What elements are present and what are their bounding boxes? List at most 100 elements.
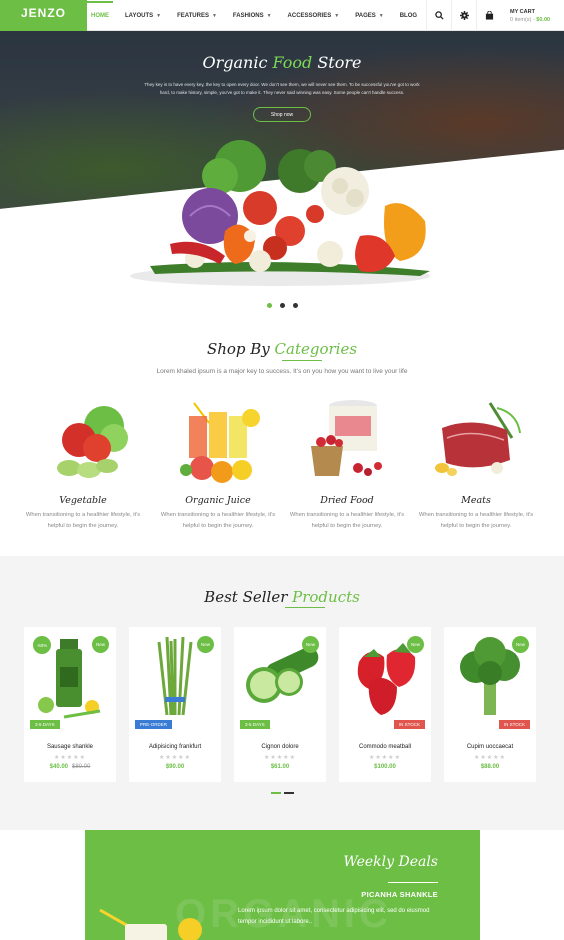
new-badge: New [197,636,214,653]
nav-label: FASHIONS [232,12,264,19]
deal-description: Lorem ipsum dolor sit amet, consectetur … [238,908,430,925]
header-icons [426,0,501,31]
category-name: Vegetable [59,495,107,506]
stock-tag: IN STOCK [498,720,530,729]
hero-text: They key is to have every key, the key t… [144,82,420,95]
cart-items: 0 item(s) [510,17,532,23]
category-organic-juice[interactable]: Organic Juice When transitioning to a he… [154,398,282,532]
nav-label: HOME [91,12,109,19]
meat-image [435,402,521,476]
slider-dots [0,303,564,308]
juice-image [180,402,260,483]
chevron-down-icon: ▼ [334,12,340,19]
logo[interactable]: JENZO STAIR BEST B GOR [0,0,87,99]
nav-item-pages[interactable]: PAGES ▼ [355,13,384,19]
product-price: $88.00 [480,764,500,770]
title-part: Shop By [206,340,275,358]
product-price: $40.00 $80.00 [24,764,116,770]
product-card[interactable]: New IN STOCK Cupim uoccaecat ★★★★★ $88.0… [444,627,536,782]
search-icon[interactable] [426,0,451,31]
sale-badge: -50% [33,636,51,654]
cart-separator: - [532,17,535,23]
slider-dot[interactable] [292,303,298,308]
shop-now-button[interactable]: Shop now [253,107,311,122]
category-desc: When transitioning to a healthier lifest… [418,512,534,529]
new-badge: New [92,636,109,653]
product-card[interactable]: New IN STOCK Commodo meatball ★★★★★ $100… [339,627,431,782]
stock-tag: IN STOCK [393,720,425,729]
category-desc: When transitioning to a healthier lifest… [160,512,276,529]
juice-glass-image [99,908,202,940]
category-vegetable[interactable]: Vegetable When transitioning to a health… [19,398,147,532]
nav-label: ACCESSORIES [287,12,332,19]
cart-summary: 0 item(s) - $0.00 [510,16,550,24]
title-accent: Products [292,588,360,606]
rating-stars: ★★★★★ [159,755,191,761]
weekly-deals: ORGANIC Weekly Deals PICANHA SHANKLE Lor… [85,830,480,940]
nav-label: PAGES [355,12,376,19]
nav-item-features[interactable]: FEATURES ▼ [177,13,217,19]
bestseller-title: Best Seller Products [0,588,564,606]
slider-dot[interactable] [266,303,272,308]
hero-title-part: Organic [202,53,273,72]
product-card[interactable]: -50% New 3-5 DAYS Sausage shankle ★★★★★ … [24,627,116,782]
product-price: $90.00 [165,764,185,770]
hero-title-part: Store [312,53,362,72]
category-dried-food[interactable]: Dried Food When transitioning to a healt… [283,398,411,532]
hero-slider: Organic Food Store They key is to have e… [0,31,564,316]
product-price: $100.00 [374,764,396,770]
old-price: $80.00 [72,764,91,770]
gear-icon[interactable] [451,0,476,31]
hero-title-accent: Food [272,53,313,72]
slider-dot[interactable] [279,303,285,308]
new-badge: New [512,636,529,653]
rating-stars: ★★★★★ [264,755,296,761]
chevron-down-icon: ▼ [266,12,272,19]
category-desc: When transitioning to a healthier lifest… [289,512,405,529]
title-part: Best Seller [204,588,293,606]
deals-title: Weekly Deals [343,854,438,870]
nav-label: LAYOUTS [125,12,154,19]
vegetables-image [130,140,430,286]
nav-item-blog[interactable]: BLOG [400,13,417,19]
product-name[interactable]: Cignon dolore [234,744,326,750]
new-badge: New [302,636,319,653]
product-name[interactable]: Cupim uoccaecat [444,744,536,750]
product-name[interactable]: Commodo meatball [339,744,431,750]
product-card[interactable]: New 3-5 DAYS Cignon dolore ★★★★★ $61.00 [234,627,326,782]
category-desc: When transitioning to a healthier lifest… [25,512,141,529]
logo-name: JENZO [20,6,66,20]
category-meats[interactable]: Meats When transitioning to a healthier … [412,398,540,532]
rating-stars: ★★★★★ [474,755,506,761]
product-name[interactable]: Adipisicing frankfurt [129,744,221,750]
preorder-tag: PRE-ORDER [135,720,173,729]
delivery-tag: 3-5 DAYS [30,720,60,729]
nav-label: FEATURES [177,12,209,19]
dried-food-image [311,400,382,476]
cart-total: $0.00 [536,17,551,23]
title-underline [285,607,325,608]
category-name: Organic Juice [185,495,251,506]
mini-cart[interactable]: MY CART 0 item(s) - $0.00 [510,8,550,24]
vegetable-image [57,406,128,478]
category-name: Dried Food [320,495,374,506]
title-underline [282,360,322,361]
title-accent: Categories [274,340,358,358]
nav-label: BLOG [399,12,418,19]
nav-item-accessories[interactable]: ACCESSORIES ▼ [288,13,340,19]
nav-item-layouts[interactable]: LAYOUTS ▼ [125,13,161,19]
nav-item-fashions[interactable]: FASHIONS ▼ [233,13,272,19]
main-nav: HOME LAYOUTS ▼ FEATURES ▼ FASHIONS ▼ ACCESS… [87,0,433,31]
new-badge: New [407,636,424,653]
product-card[interactable]: New PRE-ORDER Adipisicing frankfurt ★★★★… [129,627,221,782]
chevron-down-icon: ▼ [378,12,384,19]
pager-dot[interactable] [283,792,294,794]
deal-product-name[interactable]: PICANHA SHANKLE [361,890,438,899]
delivery-tag: 3-5 DAYS [240,720,270,729]
chevron-down-icon: ▼ [156,12,162,19]
nav-item-home[interactable]: HOME [87,0,113,19]
pager-dot[interactable] [270,792,281,794]
category-name: Meats [461,495,491,506]
product-name[interactable]: Sausage shankle [24,744,116,750]
shopping-bag-icon[interactable] [476,0,501,31]
